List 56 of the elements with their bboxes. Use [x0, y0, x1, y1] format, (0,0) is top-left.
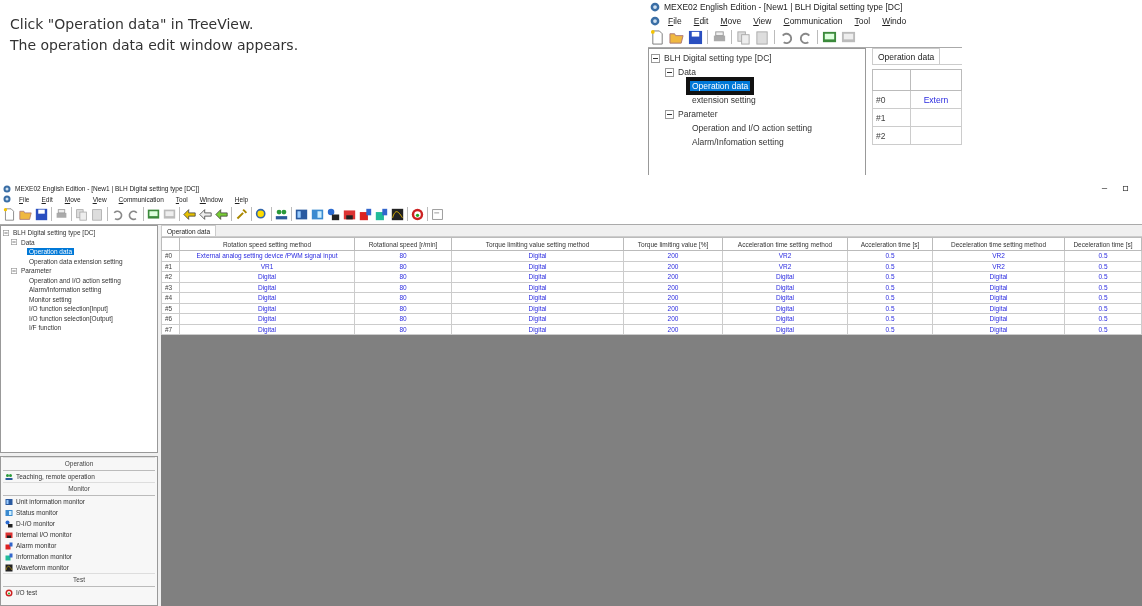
panel-icon: [295, 207, 308, 221]
row-number: #1: [872, 108, 911, 127]
save-icon: [688, 29, 703, 45]
row-number: #0: [872, 90, 911, 109]
waveform-icon: [391, 207, 404, 221]
tree-item[interactable]: extension setting: [690, 95, 758, 105]
window-title: MEXE02 English Edition - [New1 | BLH Digital setting type [DC]: [664, 2, 903, 12]
monitor-icon: [147, 207, 160, 221]
maximize-icon: [1122, 185, 1129, 192]
monitor-icon: [841, 29, 856, 45]
redo-icon: [127, 207, 140, 221]
arrow-icon: [215, 207, 228, 221]
table-cell: [910, 108, 962, 127]
instruction-text: Click "Operation data" in TreeView.: [10, 15, 255, 34]
copy-icon: [75, 207, 88, 221]
people-icon: [5, 472, 13, 481]
paste-icon: [91, 207, 104, 221]
minus-box-icon[interactable]: [665, 67, 674, 77]
paste-icon: [755, 29, 770, 45]
arrow-icon: [183, 207, 196, 221]
undo-icon: [111, 207, 124, 221]
copy-icon: [736, 29, 751, 45]
tab[interactable]: Operation data: [872, 48, 941, 64]
app-icon: [650, 2, 660, 12]
instruction-text: The operation data edit window appears.: [10, 36, 300, 55]
tree-item[interactable]: Parameter: [676, 109, 720, 119]
menu-item[interactable]: Edit: [689, 15, 713, 26]
minimize-icon: [1101, 185, 1108, 192]
menu-item[interactable]: Move: [716, 15, 746, 26]
panel-icon: [5, 497, 13, 506]
tree-item[interactable]: Alarm/Infomation setting: [690, 137, 786, 147]
panel-icon: [311, 207, 324, 221]
tree-item[interactable]: BLH Digital setting type [DC]: [662, 53, 774, 63]
panel-icon: [5, 508, 13, 517]
table-cell: [910, 126, 962, 145]
save-icon: [35, 207, 48, 221]
menu-item[interactable]: Tool: [850, 15, 875, 26]
waveform-icon: [5, 563, 13, 572]
minus-box-icon[interactable]: [651, 53, 660, 63]
menu-item[interactable]: Communication: [779, 15, 847, 26]
new-file-icon: [3, 207, 16, 221]
printer-icon: [55, 207, 68, 221]
tree-item[interactable]: Data: [676, 67, 698, 77]
minus-box-icon[interactable]: [665, 109, 674, 119]
people-icon: [275, 207, 288, 221]
monitor-icon: [822, 29, 837, 45]
menu-item[interactable]: File: [664, 15, 686, 26]
window-icon: [431, 207, 444, 221]
row-number: #2: [872, 126, 911, 145]
tree-item[interactable]: Operation and I/O action setting: [690, 123, 815, 133]
table-cell: Extern: [910, 90, 962, 109]
app-icon: [650, 15, 660, 26]
menu-item[interactable]: Windo: [878, 15, 911, 26]
arrow-icon: [199, 207, 212, 221]
menu-item[interactable]: View: [749, 15, 776, 26]
monitor-icon: [163, 207, 176, 221]
